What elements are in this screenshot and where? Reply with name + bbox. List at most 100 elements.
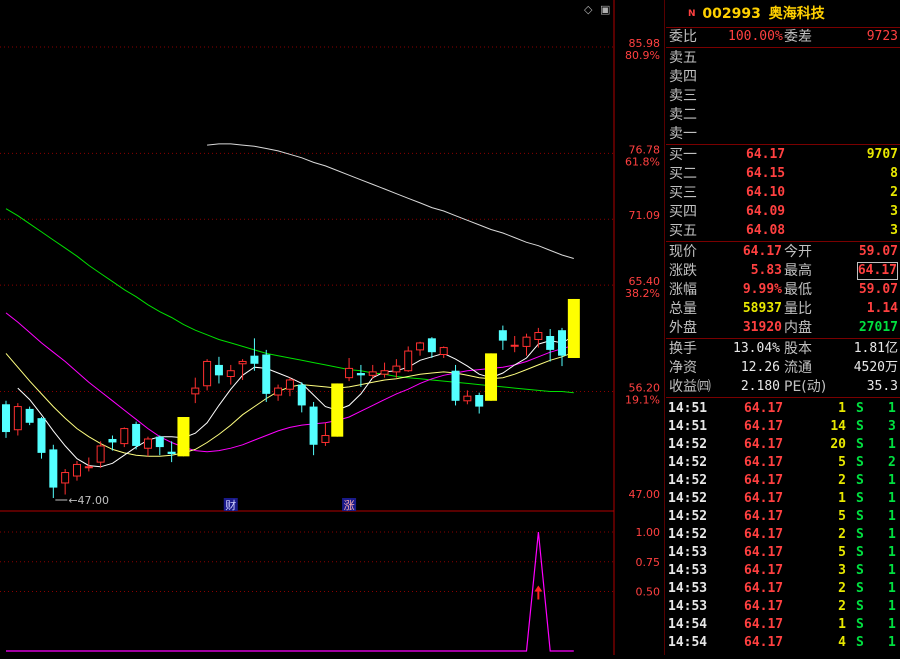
tick-count: 1 [888, 617, 896, 632]
candle [2, 400, 10, 438]
kline-chart[interactable]: 85.9880.9%76.7861.8%71.0965.4038.2%56.20… [0, 0, 666, 655]
weibi-label: 委比 [669, 29, 697, 45]
tick-row[interactable]: 14:53 64.17 3 S 1 [666, 562, 900, 580]
candle [392, 359, 401, 378]
candle-body [226, 370, 235, 378]
quote-value: 64.17 [856, 262, 898, 280]
bid-volume: 8 [890, 166, 898, 181]
ma-line-0 [207, 143, 574, 259]
tick-count: 1 [888, 545, 896, 560]
quote-value: 5.83 [750, 263, 782, 278]
tick-row[interactable]: 14:52 64.17 5 S 1 [666, 508, 900, 526]
ask-label: 卖五 [669, 50, 697, 66]
tick-volume: 4 [838, 635, 846, 650]
candle-body [49, 449, 58, 488]
weicha-value: 9723 [866, 29, 898, 44]
ask-label: 卖一 [669, 126, 697, 142]
tick-row[interactable]: 14:53 64.17 5 S 1 [666, 544, 900, 562]
tick-time: 14:52 [668, 527, 708, 542]
bid-price: 64.09 [746, 204, 786, 219]
tick-price: 64.17 [744, 617, 784, 632]
tick-side: S [856, 635, 864, 650]
tick-volume: 5 [838, 509, 846, 524]
candle [120, 427, 129, 448]
candle-body [510, 344, 519, 347]
tick-count: 1 [888, 491, 896, 506]
quote-value: 59.07 [858, 244, 898, 259]
diamond-icon[interactable]: ◇ [584, 3, 592, 16]
candle [451, 364, 460, 406]
ask-label: 卖四 [669, 69, 697, 85]
stock-name: 奥海科技 [768, 6, 825, 22]
tick-side: S [856, 491, 864, 506]
layout-icon[interactable]: ▣ [600, 3, 610, 16]
candle [510, 336, 519, 353]
tick-volume: 2 [838, 581, 846, 596]
candle [309, 401, 318, 456]
bid-label: 买二 [669, 166, 697, 182]
candle-body [546, 336, 555, 350]
fund-label: 净资 [669, 360, 697, 376]
tick-row[interactable]: 14:52 64.17 1 S 1 [666, 490, 900, 508]
tick-count: 1 [888, 509, 896, 524]
tick-volume: 3 [838, 563, 846, 578]
bid-label: 买五 [669, 223, 697, 239]
candle-body [167, 451, 176, 455]
candle [49, 444, 58, 498]
tick-price: 64.17 [744, 473, 784, 488]
candle-body [214, 364, 223, 376]
tick-side: S [856, 599, 864, 614]
candle-body [203, 360, 212, 387]
tick-count: 1 [888, 437, 896, 452]
corner-icons[interactable]: ◇ ▣ [584, 3, 610, 16]
tick-row[interactable]: 14:52 64.17 20 S 1 [666, 436, 900, 454]
tick-volume: 5 [838, 455, 846, 470]
tick-price: 64.17 [744, 563, 784, 578]
kline-chart-area[interactable]: 85.98 80.9% 76.78 61.8% 71.09 65.40 38.2% 56.20… [0, 0, 666, 655]
candle [567, 298, 580, 358]
quote-value: 31920 [742, 320, 782, 335]
fund-label: 收益㈣ [669, 379, 711, 395]
weibi-value: 100.00% [728, 29, 783, 44]
candle [498, 325, 507, 350]
tick-row[interactable]: 14:52 64.17 2 S 1 [666, 472, 900, 490]
tick-side: S [856, 509, 864, 524]
tick-row[interactable]: 14:51 64.17 1 S 1 [666, 400, 900, 418]
pct-tick-label: 61.8% [625, 155, 660, 168]
tick-row[interactable]: 14:53 64.17 2 S 1 [666, 598, 900, 616]
candle [404, 346, 413, 372]
tick-row[interactable]: 14:52 64.17 2 S 1 [666, 526, 900, 544]
candle-body [380, 370, 389, 375]
tick-time: 14:53 [668, 545, 708, 560]
tick-time: 14:51 [668, 401, 708, 416]
tick-row[interactable]: 14:53 64.17 2 S 1 [666, 580, 900, 598]
tick-time: 14:53 [668, 581, 708, 596]
candle [416, 341, 425, 356]
tick-row[interactable]: 14:54 64.17 4 S 1 [666, 634, 900, 652]
candle-body [143, 438, 152, 449]
candle-body [285, 379, 294, 390]
low-marker-label: ←47.00 [68, 494, 109, 507]
candle-body [485, 353, 498, 401]
candle-body [120, 428, 129, 445]
candle [345, 357, 354, 382]
tick-count: 1 [888, 401, 896, 416]
tick-row[interactable]: 14:52 64.17 5 S 2 [666, 454, 900, 472]
quote-value: 1.14 [866, 301, 898, 316]
candle-body [274, 387, 283, 396]
stock-header[interactable]: N 002993 奥海科技 [688, 5, 825, 23]
tick-row[interactable]: 14:51 64.17 14 S 3 [666, 418, 900, 436]
tick-side: S [856, 527, 864, 542]
candle [167, 441, 176, 463]
candle [72, 460, 81, 481]
tick-row[interactable]: 14:54 64.17 1 S 1 [666, 616, 900, 634]
candle [262, 349, 271, 402]
tick-time: 14:52 [668, 491, 708, 506]
tick-price: 64.17 [744, 419, 784, 434]
tick-count: 1 [888, 473, 896, 488]
tick-time: 14:54 [668, 617, 708, 632]
quote-value: 59.07 [858, 282, 898, 297]
tick-time: 14:52 [668, 455, 708, 470]
candle-body [61, 472, 70, 484]
tick-price: 64.17 [744, 527, 784, 542]
